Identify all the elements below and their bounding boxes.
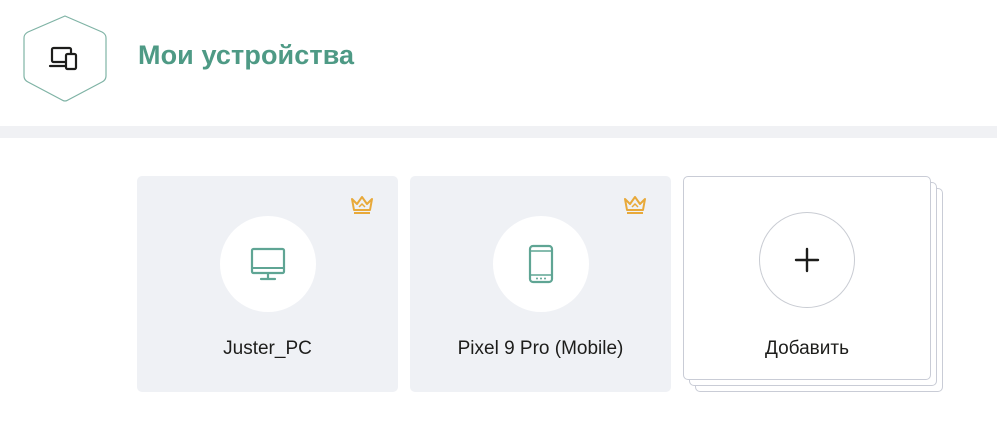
plus-icon [794,247,820,273]
smartphone-icon [528,244,553,284]
crown-icon [623,194,647,214]
add-icon-circle [759,212,855,308]
header-divider [0,126,997,138]
device-card-juster-pc[interactable]: Juster_PC [137,176,398,392]
device-icon-circle [492,216,589,312]
device-icon-circle [219,216,316,312]
page-title: Мои устройства [138,40,355,70]
add-device-card[interactable]: Добавить [683,176,945,394]
device-card-pixel-9-pro[interactable]: Pixel 9 Pro (Mobile) [410,176,671,392]
device-name: Pixel 9 Pro (Mobile) [457,338,624,359]
devices-icon [22,14,108,104]
device-name: Juster_PC [223,338,312,359]
add-device-button[interactable]: Добавить [683,176,931,380]
add-device-label: Добавить [765,338,849,359]
crown-icon [350,194,374,214]
page-header: Мои устройства [0,0,997,126]
monitor-icon [250,247,285,281]
